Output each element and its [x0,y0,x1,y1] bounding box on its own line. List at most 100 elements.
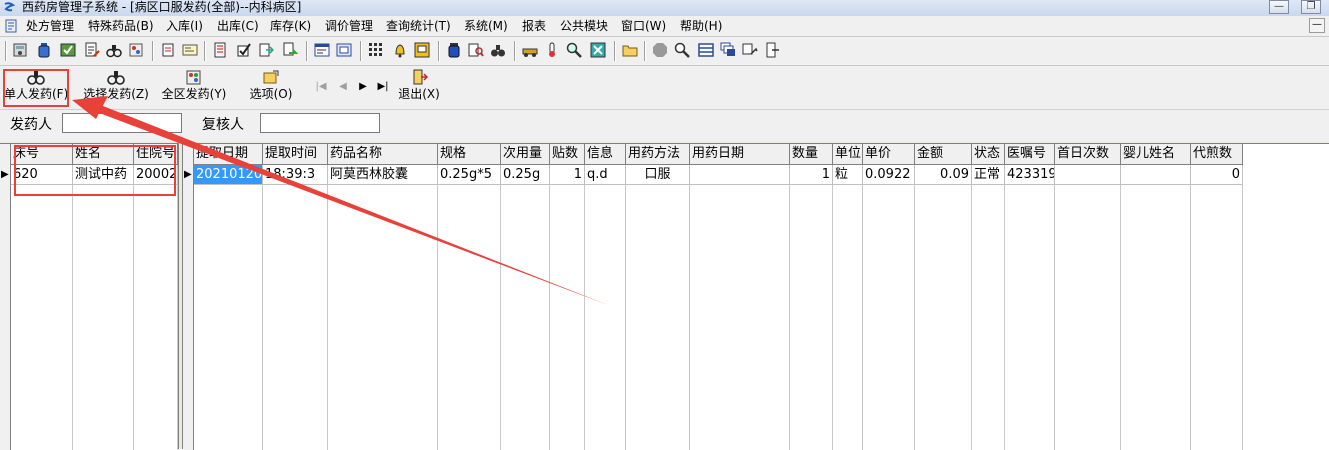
jar-icon[interactable] [446,42,462,58]
binoculars-icon[interactable] [106,42,122,58]
decoction-count-cell[interactable]: 0 [1191,165,1243,185]
exit-button[interactable]: 退出(X) [396,69,442,107]
column-header-name[interactable]: 姓名 [73,144,134,165]
unit-price-cell[interactable]: 0.0922 [863,165,915,185]
grid-icon[interactable] [368,42,384,58]
menu-system[interactable]: 系统(M) [464,18,508,34]
bell-icon[interactable] [392,42,408,58]
folder-icon[interactable] [622,42,638,58]
usage-cell[interactable]: 口服 [626,165,690,185]
dose-cell[interactable]: 0.25g [501,165,550,185]
minimize-button[interactable]: — [1269,0,1289,14]
column-header-usage-date[interactable]: 用药日期 [690,144,790,165]
column-header-first-day-times[interactable]: 首日次数 [1055,144,1121,165]
column-header-quantity[interactable]: 数量 [790,144,833,165]
column-header-info[interactable]: 信息 [585,144,626,165]
reviewer-input[interactable] [260,113,380,133]
menu-stock-out[interactable]: 出库(C) [217,18,259,34]
document-icon[interactable] [4,19,18,33]
grid-splitter[interactable] [178,143,183,449]
register-icon[interactable] [160,42,176,58]
printer-icon[interactable] [414,42,430,58]
document-edit-icon[interactable] [84,42,100,58]
exit-door-icon[interactable] [764,42,780,58]
status-cell[interactable]: 正常 [972,165,1005,185]
column-header-dose[interactable]: 次用量 [501,144,550,165]
edit-arrow-icon[interactable] [742,42,758,58]
binoculars-icon[interactable] [490,42,506,58]
card-icon[interactable] [182,42,198,58]
list-document-icon[interactable] [212,42,228,58]
pills-icon[interactable] [128,42,144,58]
calculator-icon[interactable] [12,42,28,58]
fetch-time-cell[interactable]: 18:39:3 [263,165,328,185]
order-no-cell[interactable]: 423319 [1005,165,1055,185]
fetch-date-cell[interactable]: 20210120 [194,165,263,185]
column-header-bed[interactable]: 床号 [11,144,73,165]
search-document-icon[interactable] [468,42,484,58]
unit-cell[interactable]: 粒 [833,165,863,185]
menu-common-modules[interactable]: 公共模块 [560,18,608,34]
info-cell[interactable]: q.d [585,165,626,185]
mdi-minimize-button[interactable]: — [1309,18,1325,33]
column-header-unit-price[interactable]: 单价 [863,144,915,165]
ward-dispense-button[interactable]: 全区发药(Y) [160,69,228,107]
thermometer-icon[interactable] [544,42,560,58]
column-header-fetch-time[interactable]: 提取时间 [263,144,328,165]
car-icon[interactable] [522,42,538,58]
menu-reports[interactable]: 报表 [522,18,546,34]
quantity-cell[interactable]: 1 [790,165,833,185]
menu-special-drugs[interactable]: 特殊药品(B) [88,18,154,34]
column-header-decoction-count[interactable]: 代煎数 [1191,144,1243,165]
column-header-infant-name[interactable]: 婴儿姓名 [1121,144,1191,165]
column-header-unit[interactable]: 单位 [833,144,863,165]
menu-stock-in[interactable]: 入库(I) [166,18,203,34]
amount-cell[interactable]: 0.09 [915,165,972,185]
nav-prev-button[interactable]: ◀ [336,81,350,93]
patient-inpatient-no-cell[interactable]: 20002 [134,165,178,185]
nav-first-button[interactable]: |◀ [314,81,328,93]
menu-inventory[interactable]: 库存(K) [270,18,311,34]
doses-count-cell[interactable]: 1 [550,165,585,185]
patient-bed-cell[interactable]: 620 [11,165,73,185]
window-icon[interactable] [336,42,352,58]
column-header-status[interactable]: 状态 [972,144,1005,165]
patient-name-cell[interactable]: 测试中药 [73,165,134,185]
checkbox-icon[interactable] [236,42,252,58]
close-window-icon[interactable] [590,42,606,58]
export-icon[interactable] [258,42,274,58]
dispenser-input[interactable] [62,113,182,133]
usage-date-cell[interactable] [690,165,790,185]
restore-button[interactable]: ❐ [1301,0,1321,14]
column-header-inpatient-no[interactable]: 住院号 [134,144,178,165]
column-header-drug-name[interactable]: 药品名称 [328,144,438,165]
column-header-usage[interactable]: 用药方法 [626,144,690,165]
form-icon[interactable] [314,42,330,58]
zoom-icon[interactable] [674,42,690,58]
drug-name-cell[interactable]: 阿莫西林胶囊 [328,165,438,185]
first-day-times-cell[interactable] [1055,165,1121,185]
options-button[interactable]: 选项(O) [248,69,294,107]
bottle-icon[interactable] [36,42,52,58]
single-dispense-button[interactable]: 单人发药(F) [4,69,68,107]
stop-icon[interactable] [652,42,668,58]
menu-window[interactable]: 窗口(W) [621,18,666,34]
nav-next-button[interactable]: ▶ [356,81,370,93]
select-dispense-button[interactable]: 选择发药(Z) [82,69,150,107]
column-header-order-no[interactable]: 医嘱号 [1005,144,1055,165]
cascade-windows-icon[interactable] [720,42,736,58]
column-header-amount[interactable]: 金额 [915,144,972,165]
column-header-doses-count[interactable]: 贴数 [550,144,585,165]
menu-help[interactable]: 帮助(H) [680,18,722,34]
infant-name-cell[interactable] [1121,165,1191,185]
magnifier-icon[interactable] [566,42,582,58]
nav-last-button[interactable]: ▶| [376,81,390,93]
check-icon[interactable] [60,42,76,58]
table-icon[interactable] [698,42,714,58]
column-header-fetch-date[interactable]: 提取日期 [194,144,263,165]
spec-cell[interactable]: 0.25g*5 [438,165,501,185]
menu-statistics[interactable]: 查询统计(T) [386,18,451,34]
forward-document-icon[interactable] [282,42,298,58]
menu-price-adjust[interactable]: 调价管理 [325,18,373,34]
column-header-spec[interactable]: 规格 [438,144,501,165]
